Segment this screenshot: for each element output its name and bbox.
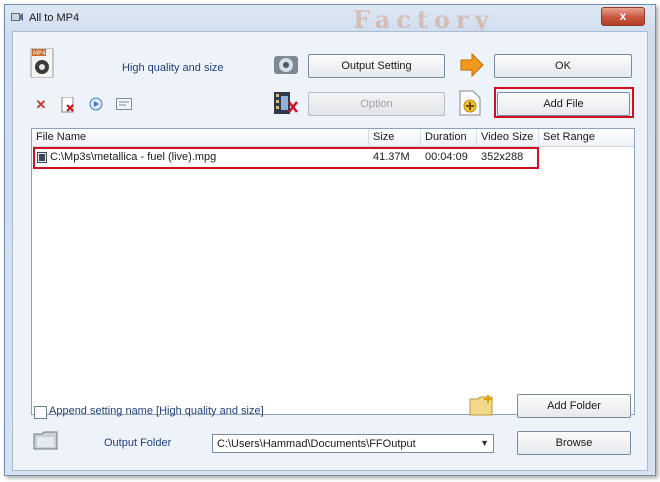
column-header-size[interactable]: Size <box>373 131 394 143</box>
main-panel: MP4 High quality and size Output Setting… <box>12 31 648 471</box>
column-header-video-size[interactable]: Video Size <box>481 131 533 143</box>
output-folder-icon <box>33 431 58 450</box>
svg-text:MP4: MP4 <box>33 50 46 57</box>
title-bar[interactable]: All to MP4 Factory x <box>5 5 655 34</box>
column-header-set-range[interactable]: Set Range <box>543 131 595 143</box>
profile-label[interactable]: High quality and size <box>122 62 224 74</box>
output-folder-label: Output Folder <box>104 437 172 449</box>
append-setting-label[interactable]: Append setting name [High quality and si… <box>49 405 264 417</box>
app-window: All to MP4 Factory x MP4 High quality an… <box>4 4 656 476</box>
add-file-highlight <box>494 87 634 118</box>
file-row-highlight <box>33 147 539 169</box>
output-setting-button[interactable]: Output Setting <box>308 54 445 78</box>
file-list-table[interactable]: File Name Size Duration Video Size Set R… <box>31 128 635 415</box>
mp4-profile-icon[interactable]: MP4 <box>29 48 55 78</box>
video-clip-icon <box>274 92 298 114</box>
append-setting-checkbox[interactable] <box>34 406 47 419</box>
output-setting-icon <box>274 56 298 74</box>
chevron-down-icon[interactable]: ▼ <box>480 438 489 448</box>
browse-button[interactable]: Browse <box>517 431 631 455</box>
play-preview-icon[interactable] <box>89 97 103 111</box>
add-folder-icon <box>469 395 493 416</box>
close-button[interactable]: x <box>601 7 645 26</box>
info-icon[interactable] <box>116 98 132 110</box>
app-icon <box>11 13 23 21</box>
clear-list-icon[interactable] <box>61 97 75 113</box>
add-folder-button[interactable]: Add Folder <box>517 394 631 418</box>
option-button[interactable]: Option <box>308 92 445 116</box>
arrow-right-icon <box>460 52 484 78</box>
column-header-file-name[interactable]: File Name <box>36 131 86 143</box>
window-title: All to MP4 <box>29 12 80 24</box>
remove-icon[interactable]: ✕ <box>34 98 48 112</box>
ok-button[interactable]: OK <box>494 54 632 78</box>
add-file-icon <box>459 90 481 116</box>
close-icon: x <box>619 9 627 23</box>
title-watermark: Factory <box>353 5 495 34</box>
table-header: File Name Size Duration Video Size Set R… <box>32 129 634 147</box>
output-folder-value: C:\Users\Hammad\Documents\FFOutput <box>217 438 416 450</box>
output-folder-select[interactable]: C:\Users\Hammad\Documents\FFOutput ▼ <box>212 434 494 453</box>
column-header-duration[interactable]: Duration <box>425 131 467 143</box>
